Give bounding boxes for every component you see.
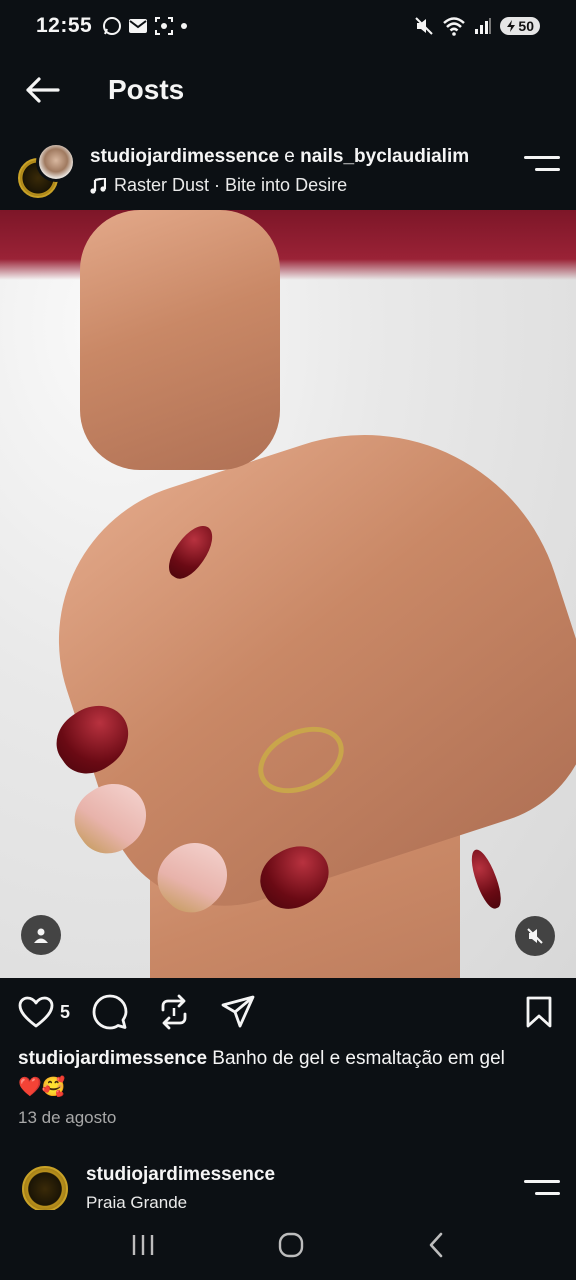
- menu-line-icon: [524, 156, 560, 159]
- caption-username[interactable]: studiojardimessence: [18, 1048, 207, 1069]
- screenshot-icon: [155, 17, 174, 35]
- next-post-location[interactable]: Praia Grande: [86, 1193, 187, 1210]
- repost-icon: [161, 994, 187, 1030]
- battery-level: 50: [518, 18, 534, 34]
- comment-icon: [92, 994, 128, 1030]
- next-author-avatar[interactable]: [22, 1166, 68, 1210]
- status-system-icons: 50: [414, 16, 540, 36]
- back-nav-icon[interactable]: [426, 1231, 446, 1259]
- battery-indicator: 50: [500, 17, 540, 35]
- mute-audio-button[interactable]: [515, 916, 555, 956]
- like-button[interactable]: 5: [18, 994, 70, 1030]
- person-icon: [34, 928, 48, 943]
- collaborator-username[interactable]: nails_byclaudialim: [300, 146, 469, 167]
- system-navigation-bar: [0, 1210, 576, 1280]
- status-notification-icons: [102, 16, 188, 36]
- post-header: studiojardimessence e nails_byclaudialim…: [0, 132, 576, 208]
- next-post-options-button[interactable]: [524, 1180, 560, 1208]
- tagged-people-button[interactable]: [21, 915, 61, 955]
- menu-line-icon: [534, 1192, 560, 1195]
- audio-track-label: Raster Dust · Bite into Desire: [114, 175, 348, 195]
- speaker-muted-icon: [527, 928, 543, 944]
- post-authors: studiojardimessence e nails_byclaudialim: [90, 146, 469, 168]
- share-button[interactable]: [220, 994, 256, 1030]
- caption-text: Banho de gel e esmaltação em gel: [207, 1048, 505, 1069]
- status-time: 12:55: [36, 14, 93, 37]
- post-options-button[interactable]: [524, 156, 560, 184]
- mute-icon: [415, 17, 434, 35]
- author-connector: e: [279, 146, 301, 167]
- wrist: [80, 210, 280, 470]
- whatsapp-icon: [103, 17, 122, 35]
- page-title: Posts: [108, 74, 185, 105]
- mail-icon: [129, 19, 148, 33]
- wifi-icon: [443, 17, 466, 36]
- back-button[interactable]: [12, 60, 72, 120]
- post-actions: 5: [0, 984, 576, 1040]
- signal-icon: [475, 18, 492, 34]
- top-bar: Posts: [0, 60, 576, 120]
- battery-icon: [507, 20, 516, 32]
- arrow-left-icon: [26, 77, 60, 103]
- repost-button[interactable]: [158, 994, 190, 1030]
- caption-emoji: ❤️🥰: [18, 1076, 66, 1098]
- home-icon[interactable]: [277, 1231, 305, 1259]
- heart-icon: [18, 996, 54, 1028]
- menu-line-icon: [524, 1180, 560, 1183]
- author-username[interactable]: studiojardimessence: [90, 146, 279, 167]
- menu-line-icon: [534, 168, 560, 171]
- comment-button[interactable]: [92, 994, 128, 1030]
- post-image[interactable]: [0, 210, 576, 978]
- audio-track[interactable]: Raster Dust · Bite into Desire: [90, 175, 347, 196]
- dot-icon: [181, 23, 188, 29]
- next-author-username[interactable]: studiojardimessence: [86, 1164, 275, 1186]
- collaborator-avatar[interactable]: [36, 142, 76, 182]
- like-count[interactable]: 5: [60, 1002, 70, 1023]
- post-date: 13 de agosto: [18, 1108, 117, 1127]
- nail: [466, 846, 506, 912]
- next-post-header: studiojardimessence Praia Grande: [0, 1150, 576, 1210]
- bookmark-icon: [526, 996, 552, 1028]
- recent-apps-icon[interactable]: [130, 1233, 156, 1257]
- save-button[interactable]: [525, 994, 553, 1030]
- post-caption: studiojardimessence Banho de gel e esmal…: [18, 1045, 566, 1102]
- send-icon: [221, 995, 255, 1028]
- music-note-icon: [90, 177, 106, 194]
- status-bar: 12:55 50: [0, 0, 576, 52]
